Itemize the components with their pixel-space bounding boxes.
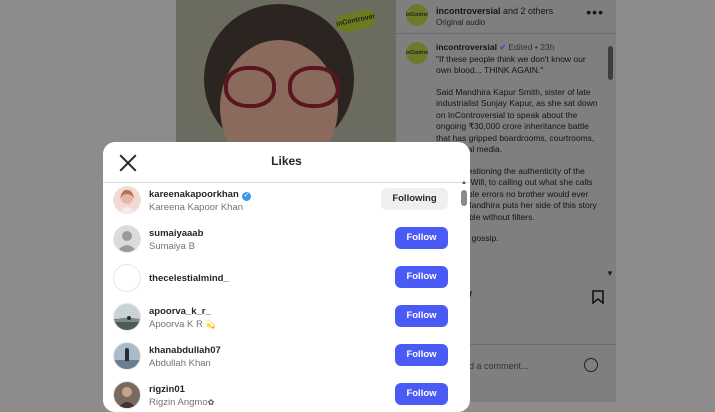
caption-scrollbar[interactable] — [608, 46, 613, 80]
post-header: inControversial incontroversial and 2 ot… — [406, 4, 606, 28]
username[interactable]: khanabdullah07 — [149, 345, 221, 356]
list-item[interactable]: khanabdullah07 Abdullah Khan Follow — [103, 340, 463, 379]
avatar[interactable] — [113, 225, 141, 253]
scroll-up-arrow-icon[interactable]: ▲ — [461, 180, 467, 186]
list-item[interactable]: kareenakapoorkhan ✓ Kareena Kapoor Khan F… — [103, 184, 463, 223]
avatar[interactable] — [113, 381, 141, 409]
account-others[interactable]: and 2 others — [501, 6, 553, 16]
list-item[interactable]: apoorva_k_r_ Apoorva K R 💫 Follow — [103, 301, 463, 340]
likes-dialog-header: Likes — [103, 142, 470, 183]
likes-scrollbar[interactable]: ▲ — [461, 180, 467, 410]
more-horizontal-icon[interactable]: ••• — [586, 5, 604, 19]
avatar[interactable] — [113, 186, 141, 214]
flower-emoji-icon: ✿ — [207, 398, 215, 407]
following-button[interactable]: Following — [381, 188, 448, 210]
full-name: Rigzin Angmo — [149, 397, 208, 408]
list-item[interactable]: sumaiyaaab Sumaiya B Follow — [103, 223, 463, 262]
scroll-down-arrow-icon[interactable]: ▼ — [606, 268, 614, 280]
video-glasses-right — [288, 66, 340, 108]
follow-button[interactable]: Follow — [395, 227, 448, 249]
emoji-icon[interactable] — [584, 358, 598, 372]
follow-button[interactable]: Follow — [395, 266, 448, 288]
username[interactable]: sumaiyaaab — [149, 228, 203, 239]
username[interactable]: kareenakapoorkhan — [149, 189, 239, 200]
caption-separator: • — [534, 42, 538, 52]
likes-dialog-title: Likes — [271, 154, 302, 168]
full-name: Abdullah Khan — [149, 358, 211, 369]
full-name-row: Apoorva K R 💫 — [149, 319, 215, 330]
audio-label[interactable]: Original audio — [436, 17, 485, 29]
caption-paragraph: "If these people think we don't know our… — [436, 53, 586, 76]
full-name-row: Rigzin Angmo✿ — [149, 397, 214, 408]
caption-age[interactable]: 23h — [540, 42, 554, 52]
full-name: Sumaiya B — [149, 241, 195, 252]
video-glasses-left — [224, 66, 276, 108]
avatar[interactable] — [113, 303, 141, 331]
full-name: Kareena Kapoor Khan — [149, 202, 244, 213]
caption-avatar[interactable]: inControversial — [406, 42, 428, 64]
username-row[interactable]: kareenakapoorkhan ✓ — [149, 189, 251, 201]
verified-badge-icon: ✓ — [241, 192, 251, 201]
likes-list[interactable]: kareenakapoorkhan ✓ Kareena Kapoor Khan F… — [103, 182, 470, 412]
scrollbar-thumb[interactable] — [461, 190, 467, 206]
list-item[interactable]: thecelestialmind_ Follow — [103, 262, 463, 301]
username[interactable]: apoorva_k_r_ — [149, 306, 211, 317]
avatar[interactable] — [113, 264, 141, 292]
avatar[interactable] — [113, 342, 141, 370]
verified-icon: ✔ — [499, 43, 507, 52]
full-name: Apoorva K R — [149, 319, 203, 330]
caption-edited: Edited — [508, 42, 533, 52]
post-accounts[interactable]: incontroversial and 2 others — [436, 5, 553, 17]
bookmark-icon[interactable] — [592, 290, 604, 305]
username[interactable]: thecelestialmind_ — [149, 273, 229, 284]
list-item[interactable]: rigzin01 Rigzin Angmo✿ Follow — [103, 379, 463, 412]
header-divider — [396, 33, 616, 34]
account-username[interactable]: incontroversial — [436, 6, 501, 16]
username[interactable]: rigzin01 — [149, 384, 185, 395]
likes-dialog: Likes kareenakapoorkhan ✓ Kareena Kapoor … — [103, 142, 470, 412]
follow-button[interactable]: Follow — [395, 344, 448, 366]
caption-username[interactable]: incontroversial — [436, 42, 497, 52]
account-avatar[interactable]: inControversial — [406, 4, 428, 26]
dizzy-emoji-icon: 💫 — [205, 320, 216, 329]
follow-button[interactable]: Follow — [395, 305, 448, 327]
